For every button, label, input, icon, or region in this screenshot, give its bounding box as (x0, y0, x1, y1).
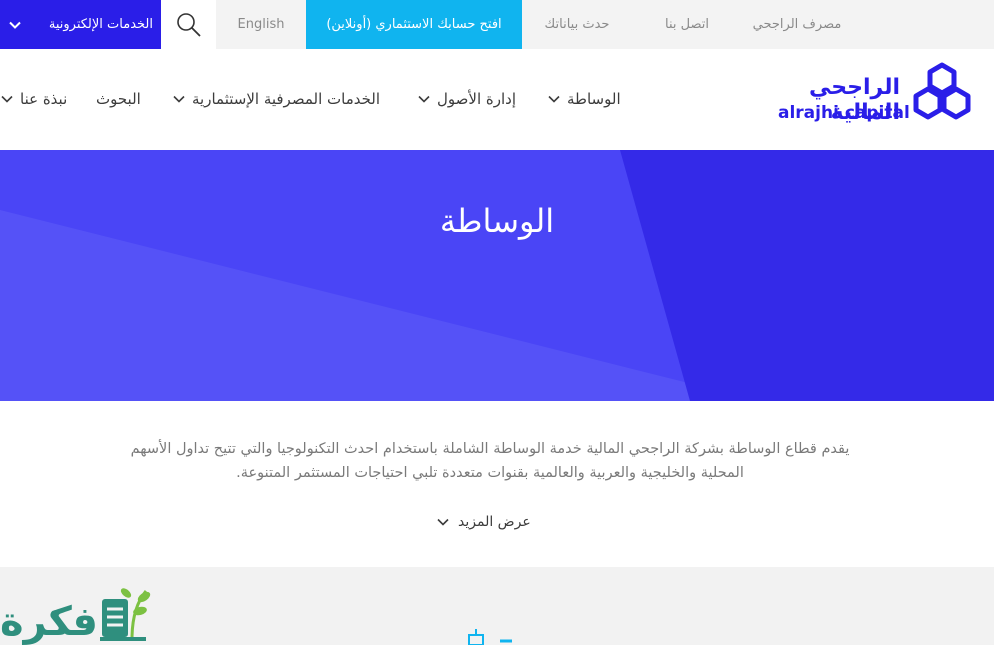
eservices-label: الخدمات الإلكترونية (48, 17, 153, 32)
search-icon (176, 12, 201, 37)
nav-item-brokerage[interactable]: الوساطة (547, 84, 621, 114)
nav-about-label: نبذة عنا (20, 90, 68, 108)
hero-background-shapes (0, 150, 994, 401)
alrajhi-logo-mark-icon (913, 62, 971, 120)
nav-item-investment-banking[interactable]: الخدمات المصرفية الإستثمارية (172, 84, 380, 114)
chevron-down-icon (1, 95, 13, 103)
open-account-button[interactable]: افتح حسابك الاستثماري (أونلاين) (306, 0, 522, 49)
main-navigation: نبذة عنا البحوث الخدمات المصرفية الإستثم… (0, 49, 994, 150)
watermark-text: فكرة (0, 599, 98, 645)
update-data-link[interactable]: حدث بياناتك (522, 0, 632, 49)
show-more-button[interactable]: عرض المزيد (436, 511, 531, 533)
nav-asset-label: إدارة الأصول (437, 90, 516, 108)
show-more-label: عرض المزيد (458, 514, 531, 530)
chevron-down-icon (437, 518, 449, 526)
intro-section: يقدم قطاع الوساطة بشركة الراجحي المالية … (0, 401, 994, 567)
alrajhi-bank-link[interactable]: مصرف الراجحي (742, 0, 852, 49)
nav-banking-label: الخدمات المصرفية الإستثمارية (192, 90, 381, 108)
chevron-down-icon (9, 21, 21, 29)
page-title: الوساطة (439, 202, 555, 240)
logo-english-text: alrajhi capital (778, 103, 910, 123)
nav-research-label: البحوث (96, 90, 141, 108)
nav-item-research[interactable]: البحوث (96, 84, 141, 114)
hero-banner: الوساطة (0, 150, 994, 401)
contact-us-link[interactable]: اتصل بنا (632, 0, 742, 49)
intro-paragraph: يقدم قطاع الوساطة بشركة الراجحي المالية … (130, 441, 850, 481)
nav-brokerage-label: الوساطة (567, 90, 621, 108)
alrajhi-capital-logo[interactable]: الراجحي المالية alrajhi capital (778, 57, 984, 143)
services-section: فكرة (0, 567, 994, 645)
chevron-down-icon (173, 95, 185, 103)
service-icon (468, 629, 512, 645)
search-button[interactable] (161, 0, 216, 49)
chevron-down-icon (418, 95, 430, 103)
top-utility-bar: الخدمات الإلكترونية English افتح حسابك ا… (0, 0, 994, 49)
nav-item-about[interactable]: نبذة عنا (0, 84, 67, 114)
fekra-logo-icon (100, 588, 151, 641)
chevron-down-icon (548, 95, 560, 103)
eservices-menu-button[interactable]: الخدمات الإلكترونية (0, 0, 161, 49)
fekra-watermark: فكرة (0, 581, 160, 645)
english-language-link[interactable]: English (216, 0, 306, 49)
nav-item-asset-management[interactable]: إدارة الأصول (417, 84, 516, 114)
